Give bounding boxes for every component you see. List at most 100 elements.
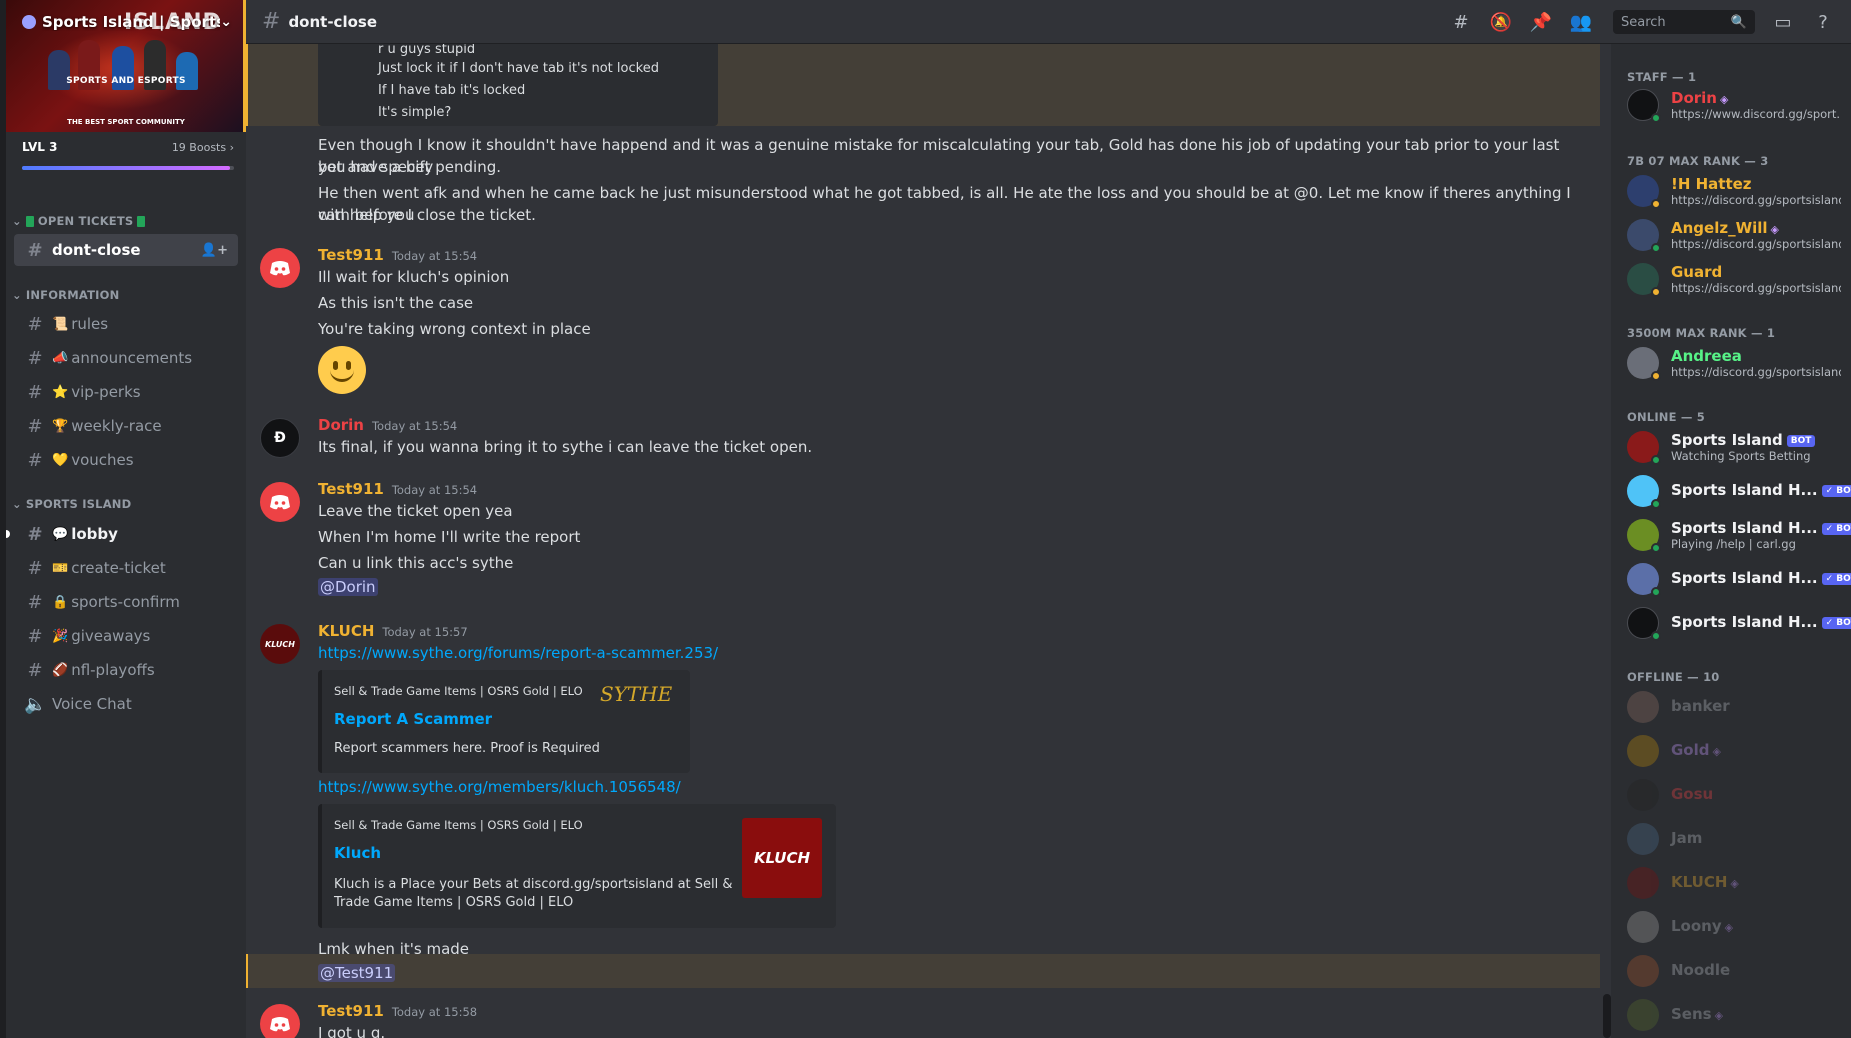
message-author[interactable]: Test911 Today at 15:54 <box>318 480 477 498</box>
avatar <box>1627 823 1659 855</box>
channel-sports-confirm[interactable]: # 🔒 sports-confirm <box>14 586 238 618</box>
channel-create-ticket[interactable]: # 🎫 create-ticket <box>14 552 238 584</box>
hash-icon: # <box>27 557 43 579</box>
channel-giveaways[interactable]: # 🎉 giveaways <box>14 620 238 652</box>
quote-line: It's simple? <box>378 105 452 120</box>
member-item[interactable]: banker <box>1619 686 1843 728</box>
chat-scrollbar[interactable] <box>1603 994 1611 1038</box>
bot-badge: ✓ BOT <box>1821 485 1851 497</box>
banner-subtitle: THE BEST SPORT COMMUNITY <box>67 118 185 126</box>
help-icon[interactable]: ? <box>1811 10 1835 34</box>
channel-label: nfl-playoffs <box>71 661 155 679</box>
message-link[interactable]: https://www.sythe.org/forums/report-a-sc… <box>318 644 718 662</box>
status-online-icon <box>1651 499 1661 509</box>
server-level: LVL 3 <box>22 140 58 154</box>
mute-icon[interactable]: 🔕 <box>1489 10 1513 34</box>
member-item[interactable]: Noodle <box>1619 950 1843 992</box>
nitro-gem-icon: ◈ <box>1724 921 1734 934</box>
server-name: Sports Island | Sports <box>42 13 221 31</box>
member-list: STAFF — 1 Dorin ◈ https://www.discord.gg/s… <box>1611 44 1851 1038</box>
member-item[interactable]: Jam <box>1619 818 1843 860</box>
discord-window: ISLAND SPORTS AND ESPORTS THE BEST SPORT… <box>0 0 1851 1038</box>
category-open-tickets[interactable]: ⌄ OPEN TICKETS <box>12 214 146 228</box>
avatar[interactable] <box>260 248 300 288</box>
avatar[interactable] <box>260 482 300 522</box>
embed-thumbnail[interactable]: KLUCH <box>742 818 822 898</box>
search-input[interactable]: Search 🔍 <box>1613 10 1755 34</box>
nitro-gem-icon: ◈ <box>1712 745 1721 758</box>
bot-badge: ✓ BOT <box>1821 523 1851 535</box>
message-list[interactable]: r u guys stupid Just lock it if I don't … <box>246 44 1600 1038</box>
channel-rules[interactable]: # 📜 rules <box>14 308 238 340</box>
member-item[interactable]: Sens ◈ <box>1619 994 1843 1036</box>
embed-title[interactable]: Report A Scammer <box>334 710 492 728</box>
chevron-down-icon: ⌄ <box>12 214 22 228</box>
hash-icon: # <box>27 347 43 369</box>
avatar <box>1627 779 1659 811</box>
embed-title[interactable]: Kluch <box>334 844 381 862</box>
channel-label: weekly-race <box>71 417 162 435</box>
channel-nfl-playoffs[interactable]: # 🏈 nfl-playoffs <box>14 654 238 686</box>
message-author[interactable]: Test911 Today at 15:58 <box>318 1002 477 1020</box>
member-item[interactable]: Sports Island H...✓ BOTPlaying /help | c… <box>1619 514 1851 556</box>
link-embed: Sell & Trade Game Items | OSRS Gold | EL… <box>318 670 690 773</box>
timestamp: Today at 15:54 <box>391 483 478 497</box>
status-online-icon <box>1651 631 1661 641</box>
member-item[interactable]: Gosu <box>1619 774 1843 816</box>
channel-announcements[interactable]: # 📣 announcements <box>14 342 238 374</box>
user-mention[interactable]: @Test911 <box>318 964 396 982</box>
inbox-icon[interactable]: ▭ <box>1771 10 1795 34</box>
channel-label: dont-close <box>52 241 141 259</box>
pin-icon[interactable]: 📌 <box>1529 10 1553 34</box>
member-item[interactable]: Sports Island H...✓ BOT <box>1619 558 1851 600</box>
embed-thumbnail[interactable]: SYTHE <box>600 682 680 712</box>
member-item[interactable]: Gold ◈ <box>1619 730 1843 772</box>
channel-label: vouches <box>71 451 134 469</box>
member-item[interactable]: !H Hattez https://discord.gg/sportsisland <box>1619 170 1843 212</box>
channel-lobby[interactable]: # 💬 lobby <box>6 518 238 550</box>
message-link[interactable]: https://www.sythe.org/members/kluch.1056… <box>318 778 681 796</box>
channel-label: lobby <box>71 525 118 543</box>
message-author[interactable]: Test911 Today at 15:54 <box>318 246 477 264</box>
members-icon[interactable]: 👥 <box>1569 10 1593 34</box>
nitro-gem-icon: ◈ <box>1730 877 1739 890</box>
channel-voice-chat[interactable]: 🔈 Voice Chat <box>14 688 238 720</box>
hash-icon: # <box>27 239 43 261</box>
channel-weekly-race[interactable]: # 🏆 weekly-race <box>14 410 238 442</box>
link-embed: Sell & Trade Game Items | OSRS Gold | EL… <box>318 804 836 928</box>
message-text: You're taking wrong context in place <box>318 320 591 338</box>
channel-label: Voice Chat <box>52 695 132 713</box>
member-item[interactable]: Loony ◈ <box>1619 906 1843 948</box>
server-name-button[interactable]: Sports Island | Sports ⌄ <box>6 0 246 44</box>
member-item[interactable]: Andreea https://discord.gg/sportsisland <box>1619 342 1843 384</box>
channel-label: announcements <box>71 349 193 367</box>
search-icon: 🔍 <box>1730 14 1747 30</box>
message-text: As this isn't the case <box>318 294 474 312</box>
avatar[interactable] <box>260 1004 300 1038</box>
channel-vip-perks[interactable]: # ⭐ vip-perks <box>14 376 238 408</box>
avatar[interactable]: Ɖ <box>260 418 300 458</box>
bot-badge: BOT <box>1786 435 1816 447</box>
boost-progress-row[interactable]: LVL 3 19 Boosts › <box>22 137 234 157</box>
member-item[interactable]: Dorin ◈ https://www.discord.gg/sport... <box>1619 84 1843 126</box>
message-text: Its final, if you wanna bring it to syth… <box>318 438 813 456</box>
add-member-icon[interactable]: 👤+ <box>201 243 228 258</box>
member-item[interactable]: Guard https://discord.gg/sportsisland <box>1619 258 1843 300</box>
threads-icon[interactable]: # <box>1449 10 1473 34</box>
member-item[interactable]: Sports Island H...✓ BOT <box>1619 470 1851 512</box>
member-item[interactable]: Sports Island BOT Watching Sports Betting <box>1619 426 1843 468</box>
avatar[interactable]: KLUCH <box>260 624 300 664</box>
user-mention[interactable]: @Dorin <box>318 578 378 596</box>
channel-dont-close[interactable]: # dont-close 👤+ <box>14 234 238 266</box>
member-item[interactable]: Sports Island H...✓ BOT <box>1619 602 1851 644</box>
category-sports-island[interactable]: ⌄ SPORTS ISLAND <box>12 497 131 511</box>
member-item[interactable]: Angelz_Will ◈ https://discord.gg/sportsisl… <box>1619 214 1843 256</box>
channel-vouches[interactable]: # 💛 vouches <box>14 444 238 476</box>
message-author[interactable]: Dorin Today at 15:54 <box>318 416 457 434</box>
member-item[interactable]: KLUCH ◈ <box>1619 862 1843 904</box>
category-information[interactable]: ⌄ INFORMATION <box>12 288 119 302</box>
message-author[interactable]: KLUCH Today at 15:57 <box>318 622 468 640</box>
channel-sidebar: ISLAND SPORTS AND ESPORTS THE BEST SPORT… <box>6 0 246 1038</box>
channel-label: giveaways <box>71 627 151 645</box>
timestamp: Today at 15:58 <box>391 1005 478 1019</box>
